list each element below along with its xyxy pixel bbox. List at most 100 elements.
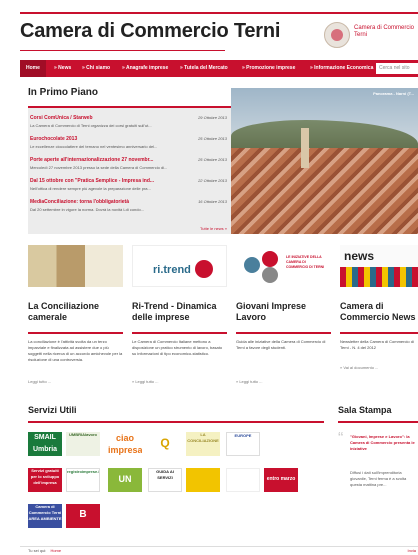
news-title[interactable]: MediaConciliazione: torna l'obbligatorie… <box>30 199 129 205</box>
nav-item-tutela[interactable]: » Tutela del Mercato <box>180 60 228 77</box>
read-more-link[interactable]: » Leggi tutto ... <box>236 379 262 384</box>
read-more-link[interactable]: Leggi tutto ... <box>28 379 51 384</box>
news-item[interactable]: Corsi ComUnica / Starweb 29 Ottobre 2013… <box>28 115 231 135</box>
card-text: Le Camera di Commercio Italiane mettono … <box>132 339 223 356</box>
news-date: 16 Ottobre 2013 <box>198 199 227 204</box>
europe-logo[interactable]: EUROPE <box>226 432 260 456</box>
press-desc: Diffusi i dati sull'imprenditoria giovan… <box>350 470 407 487</box>
card-ritrend: ri.trend Ri-Trend - Dinamica delle impre… <box>132 245 227 385</box>
registro-imprese-logo[interactable]: registroimprese.it <box>66 468 100 492</box>
news-list: Corsi ComUnica / Starweb 29 Ottobre 2013… <box>28 106 231 234</box>
nav-item-chi-siamo[interactable]: » Chi siamo <box>82 60 110 77</box>
news-item[interactable]: Eurochocolate 2013 25 Ottobre 2013 Le ec… <box>28 136 231 156</box>
card-title[interactable]: Giovani Imprese Lavoro <box>236 301 331 323</box>
news-desc: La Camera di Commercio di Terni organizz… <box>30 123 152 128</box>
entro-marzo-logo[interactable]: entro marzo <box>264 468 298 492</box>
news-item[interactable]: Porte aperte all'internazionalizzazione … <box>28 157 231 177</box>
hero-photo: Panorama - Narni (T... <box>231 88 418 234</box>
nav-label: Chi siamo <box>86 65 111 71</box>
nav-item-anagrafe[interactable]: » Anagrafe imprese <box>122 60 168 77</box>
ritrend-badge-icon <box>195 260 213 278</box>
news-desc: Mercoledì 27 novembre 2013 presso la sed… <box>30 165 168 170</box>
primo-piano-title: In Primo Piano <box>28 87 99 98</box>
conciliazione-logo[interactable]: LA CONCILIAZIONE <box>186 432 220 456</box>
servizi-title: Servizi Utili <box>28 405 77 415</box>
news-desc: Le eccellenze cioccolatiere del ternano … <box>30 144 158 149</box>
all-news-link[interactable]: Tutte le news » <box>200 226 227 231</box>
area-ambiente-logo[interactable]: Camera di Commercio Terni AREA AMBIENTE <box>28 504 62 528</box>
card-image[interactable]: LE INIZIATIVE DELLA CAMERA DI COMMERCIO … <box>236 245 331 287</box>
card-image[interactable]: ri.trend <box>132 245 227 287</box>
news-item[interactable]: MediaConciliazione: torna l'obbligatorie… <box>28 199 231 219</box>
servizi-gratuiti-logo[interactable]: Servizi gratuiti per lo sviluppo dell'im… <box>28 468 62 492</box>
photo-roofs <box>231 148 418 234</box>
breadcrumb-label: Tu sei qui: <box>28 548 47 553</box>
b-logo[interactable]: B <box>66 504 100 528</box>
sala-stampa-title: Sala Stampa <box>338 405 392 415</box>
card-title[interactable]: Ri-Trend - Dinamica delle imprese <box>132 301 227 323</box>
news-date: 22 Ottobre 2013 <box>198 178 227 183</box>
nav-item-news[interactable]: » News <box>54 60 71 77</box>
quote-icon: “ <box>338 430 344 447</box>
newsletter-stripes <box>340 267 418 287</box>
news-date: 29 Ottobre 2013 <box>198 115 227 120</box>
un-logo[interactable]: UN <box>108 468 142 492</box>
card-image[interactable]: news <box>340 245 418 287</box>
news-title[interactable]: Eurochocolate 2013 <box>30 136 77 142</box>
site-title[interactable]: Camera di Commercio Terni <box>20 20 280 43</box>
smail-logo[interactable]: SMAIL Umbria <box>28 432 62 456</box>
press-headline[interactable]: "Giovani, Imprese e Lavoro": la Camera d… <box>350 434 418 452</box>
news-item[interactable]: Dal 15 ottobre con "Pratica Semplice - I… <box>28 178 231 198</box>
card-image-label: LE INIZIATIVE DELLA CAMERA DI COMMERCIO … <box>286 255 325 269</box>
umbria-lavoro-logo[interactable]: UMBRIAlavoro <box>66 432 100 456</box>
news-title[interactable]: Porte aperte all'internazionalizzazione … <box>30 157 153 163</box>
guida-servizi-logo[interactable]: GUIDA AI SERVIZI <box>148 468 182 492</box>
nav-label: Anagrafe imprese <box>125 65 169 71</box>
card-text: Newsletter della Camera di Commercio di … <box>340 339 414 350</box>
nav-label: Informazione Economica <box>314 65 374 71</box>
footer-right-link[interactable]: Invia <box>408 548 416 553</box>
card-giovani: LE INIZIATIVE DELLA CAMERA DI COMMERCIO … <box>236 245 331 385</box>
nav-item-informazione[interactable]: » Informazione Economica <box>310 60 373 77</box>
seal-icon <box>324 22 350 48</box>
feature-cards: La Conciliazione camerale La conciliazio… <box>28 245 418 385</box>
news-desc: Dal 20 settembre in vigore la norma. Dov… <box>30 207 145 212</box>
nav-item-promozione[interactable]: » Promozione imprese <box>242 60 295 77</box>
card-conciliazione: La Conciliazione camerale La conciliazio… <box>28 245 123 385</box>
page: Camera di Commercio Terni Camera di Comm… <box>20 0 418 555</box>
news-date: 25 Ottobre 2013 <box>198 136 227 141</box>
servizi-divider <box>28 421 324 423</box>
chamber-logo[interactable]: Camera di Commercio Terni <box>324 22 418 48</box>
card-text: Guida alle iniziative della Camera di Co… <box>236 339 326 350</box>
card-image-label: news <box>344 249 375 263</box>
news-title[interactable]: Corsi ComUnica / Starweb <box>30 115 93 121</box>
search-input[interactable]: Cerca nel sito <box>376 63 418 74</box>
nav-label: Tutela del Mercato <box>184 65 228 71</box>
q-logo[interactable]: Q <box>148 432 182 456</box>
card-title[interactable]: La Conciliazione camerale <box>28 301 123 323</box>
nav-label: Promozione imprese <box>246 65 296 71</box>
logo-text: Camera di Commercio Terni <box>354 25 415 38</box>
breadcrumb: Tu sei qui: Home <box>28 548 61 553</box>
nav-item-home[interactable]: Home <box>20 60 46 77</box>
card-divider <box>236 332 331 334</box>
card-image-label: ri.trend <box>153 264 191 276</box>
circle-icon <box>244 257 260 273</box>
breadcrumb-home[interactable]: Home <box>50 548 61 553</box>
card-news: news Camera di Commercio News Newsletter… <box>340 245 418 385</box>
sala-divider <box>338 421 418 423</box>
arrow-logo-icon[interactable]: arrow <box>186 468 220 492</box>
card-text: La conciliazione è l'attività svolta da … <box>28 339 123 362</box>
circle-icon <box>262 251 278 267</box>
news-title[interactable]: Dal 15 ottobre con "Pratica Semplice - I… <box>30 178 154 184</box>
photo-tower <box>301 128 309 168</box>
nav-label: News <box>58 65 72 71</box>
card-divider <box>132 332 227 334</box>
ciao-impresa-logo[interactable]: ciao impresa <box>108 432 142 456</box>
dots-logo[interactable] <box>226 468 260 492</box>
footer-divider <box>20 546 418 547</box>
read-more-link[interactable]: » Vai al documento ... <box>340 365 378 370</box>
read-more-link[interactable]: » Leggi tutto ... <box>132 379 158 384</box>
card-image[interactable] <box>28 245 123 287</box>
card-title[interactable]: Camera di Commercio News <box>340 301 418 323</box>
